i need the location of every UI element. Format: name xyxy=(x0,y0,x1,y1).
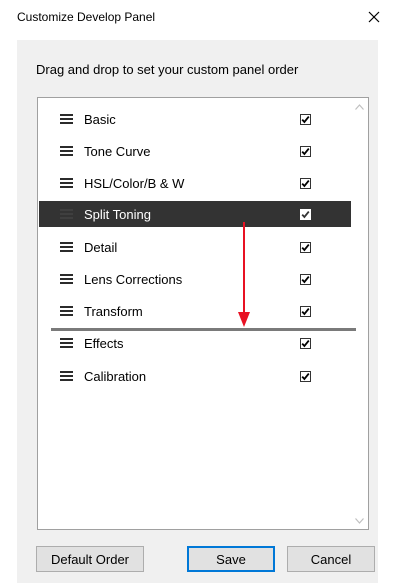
checkbox-checked-icon xyxy=(301,211,310,219)
panel-visible-checkbox[interactable] xyxy=(300,146,311,157)
checkbox-checked-icon xyxy=(301,116,310,124)
default-order-button[interactable]: Default Order xyxy=(36,546,144,572)
panel-list-item[interactable]: Calibration xyxy=(39,363,352,389)
scroll-up-button[interactable] xyxy=(351,98,368,115)
panel-list-item-label: Tone Curve xyxy=(84,144,151,159)
hamburger-icon[interactable] xyxy=(60,371,73,381)
panel-list-item-label: Transform xyxy=(84,304,143,319)
customize-develop-panel-dialog: Customize Develop Panel Drag and drop to… xyxy=(0,0,394,583)
panel-list-item-label: Basic xyxy=(84,112,116,127)
panel-order-list[interactable]: Basic Tone Curve HSL/Color/B & W Split Toni… xyxy=(37,97,369,530)
panel-list-item-label: Calibration xyxy=(84,369,147,384)
panel-list-item[interactable]: Lens Corrections xyxy=(39,266,352,292)
panel-visible-checkbox[interactable] xyxy=(300,274,311,285)
chevron-down-icon xyxy=(355,517,364,524)
panel-list-item[interactable]: Tone Curve xyxy=(39,138,352,164)
checkbox-checked-icon xyxy=(301,148,310,156)
scroll-down-button[interactable] xyxy=(351,512,368,529)
hamburger-icon[interactable] xyxy=(60,338,73,348)
drop-indicator-line xyxy=(51,328,356,331)
panel-visible-checkbox[interactable] xyxy=(300,114,311,125)
title-bar: Customize Develop Panel xyxy=(0,0,394,36)
close-button[interactable] xyxy=(360,4,388,30)
panel-list-item[interactable]: Basic xyxy=(39,106,352,132)
checkbox-checked-icon xyxy=(301,308,310,316)
checkbox-checked-icon xyxy=(301,244,310,252)
hamburger-icon[interactable] xyxy=(60,178,73,188)
checkbox-checked-icon xyxy=(301,276,310,284)
hamburger-icon[interactable] xyxy=(60,146,73,156)
panel-list-item[interactable]: HSL/Color/B & W xyxy=(39,170,352,196)
panel-visible-checkbox[interactable] xyxy=(300,242,311,253)
panel-list-item[interactable]: Split Toning xyxy=(39,201,352,227)
panel-list-item-label: Split Toning xyxy=(84,207,151,222)
panel-visible-checkbox[interactable] xyxy=(300,371,311,382)
panel-list-item[interactable]: Transform xyxy=(39,298,352,324)
panel-list-item[interactable]: Effects xyxy=(39,330,352,356)
arrow-down-icon xyxy=(238,222,250,327)
checkbox-checked-icon xyxy=(301,180,310,188)
save-button[interactable]: Save xyxy=(187,546,275,572)
instruction-text: Drag and drop to set your custom panel o… xyxy=(36,62,299,77)
hamburger-icon[interactable] xyxy=(60,306,73,316)
close-icon xyxy=(368,11,380,23)
panel-visible-checkbox[interactable] xyxy=(300,178,311,189)
cancel-button[interactable]: Cancel xyxy=(287,546,375,572)
hamburger-icon[interactable] xyxy=(60,242,73,252)
panel-list-item-label: Detail xyxy=(84,240,118,255)
checkbox-checked-icon xyxy=(301,340,310,348)
chevron-up-icon xyxy=(355,103,364,110)
hamburger-icon[interactable] xyxy=(60,274,73,284)
panel-visible-checkbox[interactable] xyxy=(300,338,311,349)
panel-list-item-label: HSL/Color/B & W xyxy=(84,176,185,191)
panel-visible-checkbox[interactable] xyxy=(300,209,311,220)
hamburger-icon[interactable] xyxy=(60,114,73,124)
dialog-title: Customize Develop Panel xyxy=(17,10,156,24)
checkbox-checked-icon xyxy=(301,373,310,381)
panel-list-item-label: Lens Corrections xyxy=(84,272,183,287)
hamburger-icon[interactable] xyxy=(60,209,73,219)
panel-visible-checkbox[interactable] xyxy=(300,306,311,317)
panel-list-item[interactable]: Detail xyxy=(39,234,352,260)
panel-list-item-label: Effects xyxy=(84,336,124,351)
vertical-scrollbar[interactable] xyxy=(351,98,368,529)
